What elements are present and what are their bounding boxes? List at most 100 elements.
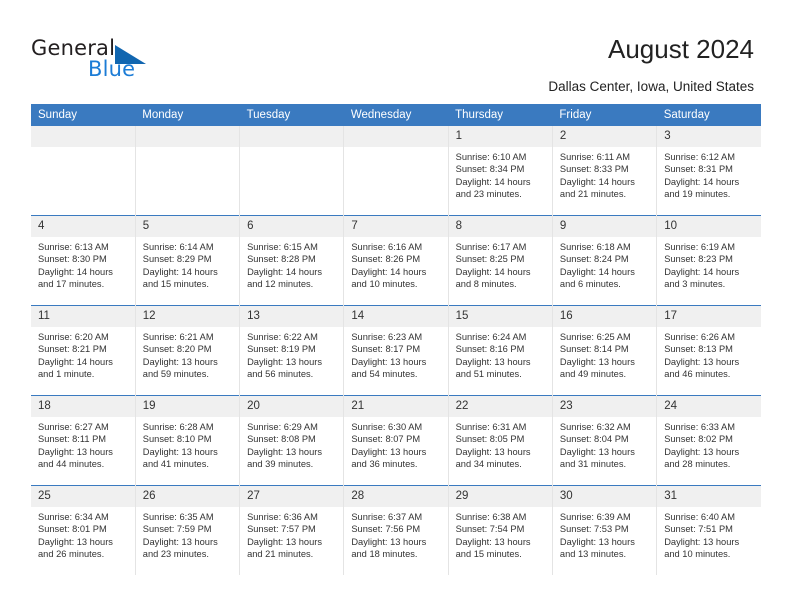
daylight-duration-line2: and 12 minutes. xyxy=(247,278,314,289)
sunrise-time: Sunrise: 6:33 AM xyxy=(664,422,735,432)
sunset-time: Sunset: 8:04 PM xyxy=(559,434,629,445)
daylight-duration-line2: and 41 minutes. xyxy=(142,458,209,469)
weekday-header-monday: Monday xyxy=(135,104,240,126)
calendar-day-cell[interactable]: 18 Sunrise: 6:27 AM Sunset: 8:11 PM Dayligh… xyxy=(31,395,136,486)
weekday-header-sunday: Sunday xyxy=(31,104,136,126)
calendar-week-row: 25 Sunrise: 6:34 AM Sunset: 8:01 PM Dayligh… xyxy=(31,485,761,575)
sunrise-time: Sunrise: 6:12 AM xyxy=(664,152,735,162)
day-number: 7 xyxy=(344,216,448,237)
generalblue-logo[interactable]: General Blue xyxy=(31,36,181,86)
sunset-time: Sunset: 8:13 PM xyxy=(664,344,733,355)
sunset-time: Sunset: 8:29 PM xyxy=(142,254,212,265)
sunrise-time: Sunrise: 6:22 AM xyxy=(247,332,318,342)
calendar-day-cell[interactable]: 3 Sunrise: 6:12 AM Sunset: 8:31 PM Daylight… xyxy=(656,126,761,216)
day-details: Sunrise: 6:39 AM Sunset: 7:53 PM Daylight:… xyxy=(553,507,656,560)
daylight-duration-line1: Daylight: 13 hours xyxy=(142,356,218,367)
calendar-day-cell[interactable]: 9 Sunrise: 6:18 AM Sunset: 8:24 PM Daylight… xyxy=(552,215,658,306)
sunset-time: Sunset: 8:23 PM xyxy=(664,254,733,265)
day-number: 26 xyxy=(135,486,240,507)
day-details: Sunrise: 6:22 AM Sunset: 8:19 PM Daylight:… xyxy=(240,327,343,380)
calendar-day-cell[interactable]: 17 Sunrise: 6:26 AM Sunset: 8:13 PM Dayligh… xyxy=(656,305,761,396)
day-details: Sunrise: 6:26 AM Sunset: 8:13 PM Daylight:… xyxy=(657,327,761,380)
calendar-week-row: 18 Sunrise: 6:27 AM Sunset: 8:11 PM Dayligh… xyxy=(31,395,761,486)
calendar-day-cell[interactable]: 30 Sunrise: 6:39 AM Sunset: 7:53 PM Dayligh… xyxy=(552,485,658,575)
sunset-time: Sunset: 7:56 PM xyxy=(351,524,421,535)
sunset-time: Sunset: 7:53 PM xyxy=(559,524,629,535)
calendar-day-cell[interactable]: 11 Sunrise: 6:20 AM Sunset: 8:21 PM Dayligh… xyxy=(31,305,136,396)
day-number: 4 xyxy=(31,216,135,237)
calendar-day-cell[interactable]: 8 Sunrise: 6:17 AM Sunset: 8:25 PM Daylight… xyxy=(448,215,553,306)
day-number: 1 xyxy=(448,126,552,147)
daylight-duration-line2: and 1 minute. xyxy=(38,368,95,379)
daylight-duration-line1: Daylight: 13 hours xyxy=(38,446,113,457)
calendar-day-cell[interactable]: 13 Sunrise: 6:22 AM Sunset: 8:19 PM Dayligh… xyxy=(239,305,345,396)
sunset-time: Sunset: 7:57 PM xyxy=(247,524,316,535)
sunrise-time: Sunrise: 6:15 AM xyxy=(247,242,318,252)
calendar-day-cell[interactable]: 26 Sunrise: 6:35 AM Sunset: 7:59 PM Dayligh… xyxy=(135,485,241,575)
sunset-time: Sunset: 8:14 PM xyxy=(559,344,629,355)
daylight-duration-line2: and 31 minutes. xyxy=(559,458,627,469)
day-number: 22 xyxy=(448,396,552,417)
sunrise-time: Sunrise: 6:17 AM xyxy=(455,242,527,252)
logo-text-blue: Blue xyxy=(88,57,136,81)
calendar-day-cell[interactable]: 4 Sunrise: 6:13 AM Sunset: 8:30 PM Daylight… xyxy=(31,215,136,306)
sunrise-time: Sunrise: 6:38 AM xyxy=(455,512,527,522)
sunrise-time: Sunrise: 6:26 AM xyxy=(664,332,735,342)
calendar-day-cell[interactable]: 29 Sunrise: 6:38 AM Sunset: 7:54 PM Dayligh… xyxy=(448,485,553,575)
calendar-page: General Blue August 2024 Dallas Center, … xyxy=(0,0,792,612)
daylight-duration-line1: Daylight: 13 hours xyxy=(559,446,635,457)
day-number: 9 xyxy=(552,216,657,237)
calendar-day-cell[interactable]: 5 Sunrise: 6:14 AM Sunset: 8:29 PM Daylight… xyxy=(135,215,241,306)
calendar-day-cell[interactable]: 16 Sunrise: 6:25 AM Sunset: 8:14 PM Dayligh… xyxy=(552,305,658,396)
daylight-duration-line1: Daylight: 13 hours xyxy=(38,536,113,547)
daylight-duration-line2: and 26 minutes. xyxy=(38,548,105,559)
calendar-day-cell[interactable]: 15 Sunrise: 6:24 AM Sunset: 8:16 PM Dayligh… xyxy=(448,305,553,396)
day-details: Sunrise: 6:23 AM Sunset: 8:17 PM Daylight:… xyxy=(344,327,447,380)
calendar-day-cell[interactable]: 2 Sunrise: 6:11 AM Sunset: 8:33 PM Daylight… xyxy=(552,126,658,216)
calendar-day-cell[interactable]: 21 Sunrise: 6:30 AM Sunset: 8:07 PM Dayligh… xyxy=(343,395,449,486)
calendar-day-cell[interactable]: 14 Sunrise: 6:23 AM Sunset: 8:17 PM Dayligh… xyxy=(343,305,449,396)
calendar-empty-cell xyxy=(31,126,136,216)
daylight-duration-line2: and 10 minutes. xyxy=(351,278,418,289)
sunrise-time: Sunrise: 6:30 AM xyxy=(351,422,423,432)
calendar-day-cell[interactable]: 12 Sunrise: 6:21 AM Sunset: 8:20 PM Dayligh… xyxy=(135,305,241,396)
calendar-day-cell[interactable]: 6 Sunrise: 6:15 AM Sunset: 8:28 PM Daylight… xyxy=(239,215,345,306)
daylight-duration-line1: Daylight: 14 hours xyxy=(455,266,531,277)
calendar-day-cell[interactable]: 19 Sunrise: 6:28 AM Sunset: 8:10 PM Dayligh… xyxy=(135,395,241,486)
day-number: 31 xyxy=(657,486,761,507)
daylight-duration-line2: and 54 minutes. xyxy=(351,368,418,379)
weekday-header-tuesday: Tuesday xyxy=(239,104,344,126)
calendar-day-cell[interactable]: 28 Sunrise: 6:37 AM Sunset: 7:56 PM Dayligh… xyxy=(343,485,449,575)
daylight-duration-line1: Daylight: 13 hours xyxy=(664,446,740,457)
day-number xyxy=(240,126,344,147)
calendar-day-cell[interactable]: 1 Sunrise: 6:10 AM Sunset: 8:34 PM Daylight… xyxy=(448,126,553,216)
daylight-duration-line1: Daylight: 14 hours xyxy=(351,266,427,277)
day-number: 19 xyxy=(135,396,240,417)
calendar-header-row: Sunday Monday Tuesday Wednesday Thursday… xyxy=(31,104,761,126)
day-number: 25 xyxy=(31,486,135,507)
day-details: Sunrise: 6:11 AM Sunset: 8:33 PM Daylight:… xyxy=(553,147,656,200)
sunrise-time: Sunrise: 6:10 AM xyxy=(455,152,527,162)
calendar-day-cell[interactable]: 10 Sunrise: 6:19 AM Sunset: 8:23 PM Dayligh… xyxy=(656,215,761,306)
day-number: 16 xyxy=(552,306,657,327)
calendar-day-cell[interactable]: 23 Sunrise: 6:32 AM Sunset: 8:04 PM Dayligh… xyxy=(552,395,658,486)
daylight-duration-line1: Daylight: 13 hours xyxy=(351,536,427,547)
calendar-day-cell[interactable]: 24 Sunrise: 6:33 AM Sunset: 8:02 PM Dayligh… xyxy=(656,395,761,486)
sunset-time: Sunset: 8:10 PM xyxy=(142,434,212,445)
day-number: 27 xyxy=(240,486,344,507)
daylight-duration-line2: and 39 minutes. xyxy=(247,458,314,469)
calendar-day-cell[interactable]: 27 Sunrise: 6:36 AM Sunset: 7:57 PM Dayligh… xyxy=(239,485,345,575)
sunrise-time: Sunrise: 6:40 AM xyxy=(664,512,735,522)
sunrise-time: Sunrise: 6:37 AM xyxy=(351,512,423,522)
daylight-duration-line1: Daylight: 13 hours xyxy=(559,536,635,547)
calendar-day-cell[interactable]: 31 Sunrise: 6:40 AM Sunset: 7:51 PM Dayligh… xyxy=(656,485,761,575)
calendar-empty-cell xyxy=(343,126,449,216)
day-number: 18 xyxy=(31,396,135,417)
calendar-day-cell[interactable]: 7 Sunrise: 6:16 AM Sunset: 8:26 PM Daylight… xyxy=(343,215,449,306)
daylight-duration-line1: Daylight: 13 hours xyxy=(455,536,531,547)
calendar-day-cell[interactable]: 22 Sunrise: 6:31 AM Sunset: 8:05 PM Dayligh… xyxy=(448,395,553,486)
sunrise-time: Sunrise: 6:20 AM xyxy=(38,332,109,342)
calendar-day-cell[interactable]: 25 Sunrise: 6:34 AM Sunset: 8:01 PM Dayligh… xyxy=(31,485,136,575)
sunset-time: Sunset: 8:28 PM xyxy=(247,254,316,265)
calendar-day-cell[interactable]: 20 Sunrise: 6:29 AM Sunset: 8:08 PM Dayligh… xyxy=(239,395,345,486)
